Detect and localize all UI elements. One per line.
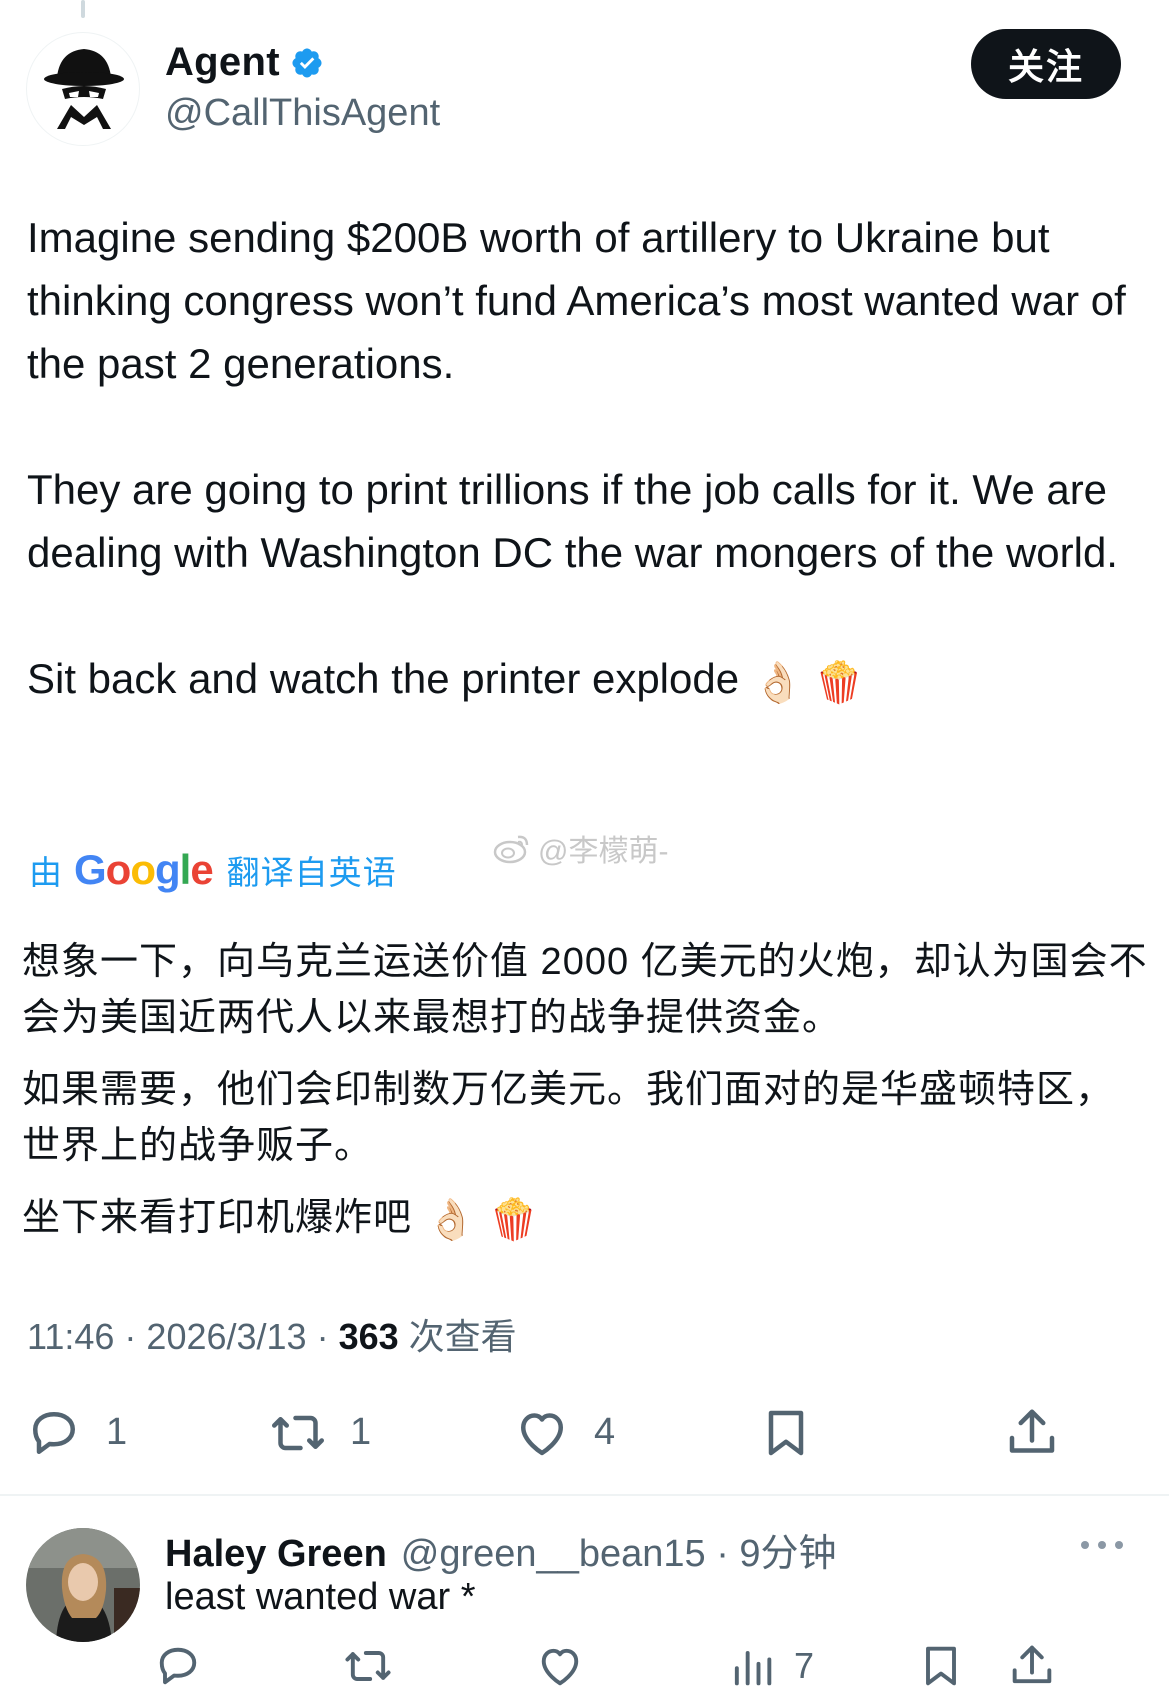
share-icon xyxy=(1012,1645,1052,1684)
google-logo-letter: e xyxy=(190,846,213,893)
reply-icon xyxy=(159,1647,197,1685)
view-count: 363 xyxy=(338,1316,399,1357)
reply-icon xyxy=(33,1411,75,1454)
like-count: 4 xyxy=(594,1411,616,1453)
reply-button[interactable]: 1 xyxy=(24,1395,127,1470)
emoji-ok-popcorn: 👌🏻 🍿 xyxy=(426,1198,540,1242)
reply-retweet-button[interactable] xyxy=(342,1636,394,1696)
translated-paragraph: 想象一下，向乌克兰运送价值 2000 亿美元的火炮，却认为国会不会为美国近两代人… xyxy=(22,941,1148,1039)
reply-display-name[interactable]: Haley Green xyxy=(165,1533,387,1576)
reply-text: least wanted war * xyxy=(165,1576,476,1618)
view-count-label: 次查看 xyxy=(398,1316,517,1357)
handle[interactable]: @CallThisAgent xyxy=(165,92,440,135)
avatar[interactable] xyxy=(26,32,140,146)
watermark-text: @李檬萌- xyxy=(538,835,669,868)
retweet-count: 1 xyxy=(350,1411,372,1453)
google-logo-letter: g xyxy=(154,846,181,893)
bookmark-icon xyxy=(926,1646,956,1686)
watermark: @李檬萌- xyxy=(492,826,668,870)
reply-tweet[interactable]: Haley Green @green__bean15 · 9分钟 least w… xyxy=(0,1496,1169,1690)
name-row: Agent xyxy=(165,40,324,85)
bookmark-button[interactable] xyxy=(756,1395,816,1470)
reply-action-bar: 7 xyxy=(0,1636,1169,1696)
reply-like-button[interactable] xyxy=(534,1636,586,1696)
google-logo-letter: o xyxy=(130,846,156,893)
spy-avatar-icon xyxy=(44,49,124,129)
emoji-ok-popcorn: 👌🏻 🍿 xyxy=(753,661,864,705)
tweet-paragraph: Sit back and watch the printer explode 👌🏻… xyxy=(27,647,1157,715)
weibo-logo-icon xyxy=(493,835,529,864)
like-button[interactable]: 4 xyxy=(512,1395,615,1470)
translated-paragraph-text: 坐下来看打印机爆炸吧 xyxy=(22,1197,413,1239)
retweet-icon xyxy=(272,1415,324,1450)
share-icon xyxy=(1009,1409,1055,1453)
translation-by-label: 由 xyxy=(29,854,62,891)
reply-handle-time[interactable]: @green__bean15 · 9分钟 xyxy=(401,1522,837,1577)
reply-view-count: 7 xyxy=(794,1645,815,1686)
translation-attribution[interactable]: 由 Google 翻译自英语 xyxy=(29,842,397,898)
reply-header: Haley Green @green__bean15 · 9分钟 xyxy=(165,1522,837,1577)
reply-share-button[interactable] xyxy=(1006,1636,1058,1696)
tweet-paragraph: Imagine sending $200B worth of artillery… xyxy=(27,214,1126,387)
avatar[interactable] xyxy=(26,1528,140,1642)
meta-separator: · xyxy=(114,1316,147,1357)
translated-paragraph: 如果需要，他们会印制数万亿美元。我们面对的是华盛顿特区，世界上的战争贩子。 xyxy=(22,1069,1115,1167)
reply-reply-button[interactable] xyxy=(152,1636,204,1696)
tweet-paragraph: They are going to print trillions if the… xyxy=(27,466,1118,576)
tweet-meta: 11:46 · 2026/3/13 · 363 次查看 xyxy=(27,1308,517,1360)
share-button[interactable] xyxy=(1002,1395,1062,1470)
more-options-icon[interactable] xyxy=(1077,1530,1127,1560)
bookmark-icon xyxy=(768,1410,804,1455)
heart-icon xyxy=(541,1648,579,1686)
reply-views-button[interactable]: 7 xyxy=(726,1636,814,1696)
google-logo-letter: G xyxy=(74,846,107,893)
heart-icon xyxy=(521,1412,563,1455)
google-logo: Google xyxy=(74,846,214,894)
verified-badge-icon xyxy=(292,47,322,78)
translated-text: 想象一下，向乌克兰运送价值 2000 亿美元的火炮，却认为国会不会为美国近两代人… xyxy=(22,934,1152,1248)
tweet-time[interactable]: 11:46 xyxy=(27,1316,114,1357)
google-logo-letter: o xyxy=(105,846,132,893)
user-photo-avatar-icon xyxy=(26,1528,140,1642)
translated-paragraph: 坐下来看打印机爆炸吧 👌🏻 🍿 xyxy=(22,1190,1152,1248)
tweet-header: Agent @CallThisAgent 关注 xyxy=(0,0,1169,170)
meta-separator: · xyxy=(306,1316,339,1357)
reply-bookmark-button[interactable] xyxy=(915,1636,967,1696)
tweet-date[interactable]: 2026/3/13 xyxy=(146,1316,306,1357)
tweet-paragraph-text: Sit back and watch the printer explode xyxy=(27,655,740,702)
retweet-button[interactable]: 1 xyxy=(268,1395,371,1470)
display-name[interactable]: Agent xyxy=(165,40,280,85)
reply-count: 1 xyxy=(106,1411,128,1453)
google-logo-letter: l xyxy=(179,846,192,893)
retweet-icon xyxy=(345,1651,391,1681)
tweet-action-bar: 1 1 4 xyxy=(0,1395,1169,1470)
tweet-text: Imagine sending $200B worth of artillery… xyxy=(27,206,1157,715)
translated-from-label: 翻译自英语 xyxy=(226,854,397,891)
follow-button[interactable]: 关注 xyxy=(971,29,1121,99)
views-chart-icon xyxy=(734,1651,772,1686)
